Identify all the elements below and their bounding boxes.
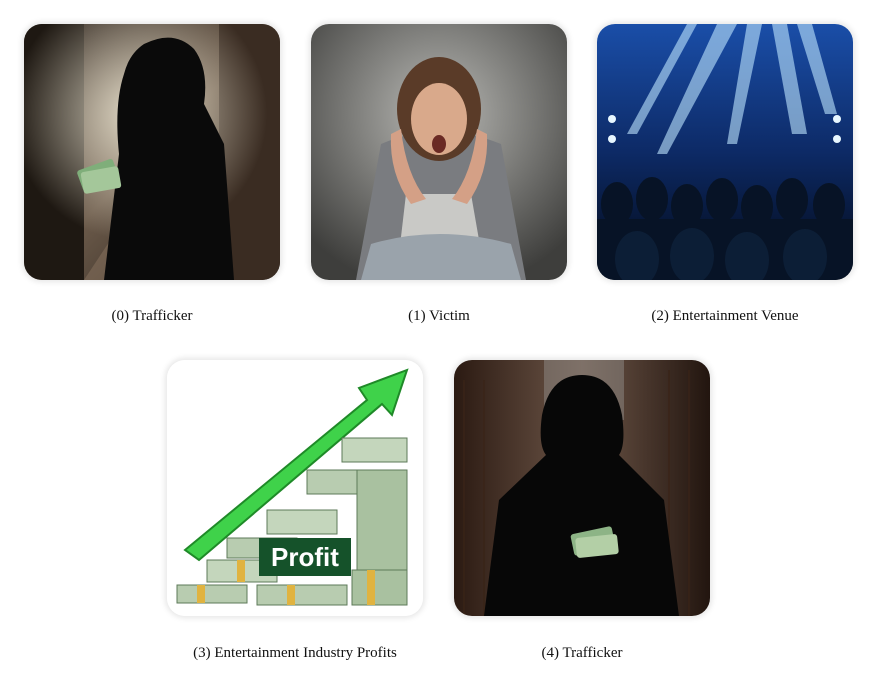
hooded-figure-with-cash-image bbox=[24, 24, 280, 280]
panel-3-caption: (3) Entertainment Industry Profits bbox=[193, 645, 397, 661]
panel-0-caption: (0) Trafficker bbox=[111, 308, 193, 324]
panel-1-image bbox=[311, 24, 567, 280]
panel-4-caption: (4) Trafficker bbox=[541, 645, 623, 661]
panel-4-image bbox=[454, 360, 710, 616]
hooded-figure-in-alley-image bbox=[454, 360, 710, 616]
panel-1-caption: (1) Victim bbox=[408, 308, 470, 324]
panel-2-image bbox=[597, 24, 853, 280]
panel-3-image: Profit bbox=[167, 360, 423, 616]
concert-crowd-image bbox=[597, 24, 853, 280]
distressed-woman-image bbox=[311, 24, 567, 280]
panel-0-image bbox=[24, 24, 280, 280]
profit-sign-text: Profit bbox=[271, 542, 339, 572]
panel-2-caption: (2) Entertainment Venue bbox=[651, 308, 799, 324]
profit-money-stack-image: Profit bbox=[167, 360, 423, 616]
